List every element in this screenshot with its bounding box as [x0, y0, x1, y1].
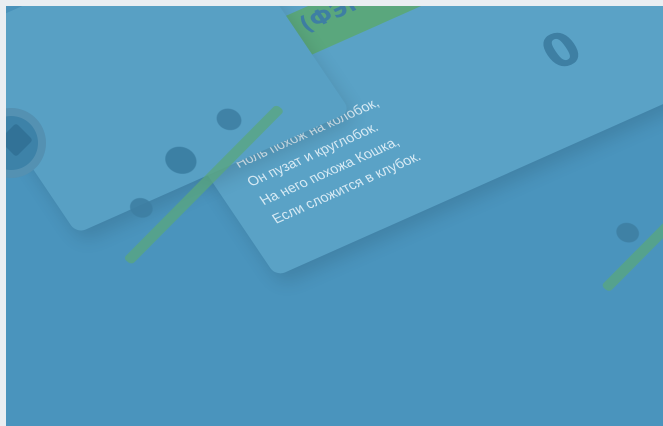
tilted-slides: Е (ФЭМП) 0 Ноль похож на колобок, Он пуз… [6, 6, 663, 426]
digit-zero: 0 [530, 20, 593, 82]
donut-icon [476, 6, 590, 12]
screenshot-frame: Е (ФЭМП) 0 Ноль похож на колобок, Он пуз… [6, 6, 663, 426]
